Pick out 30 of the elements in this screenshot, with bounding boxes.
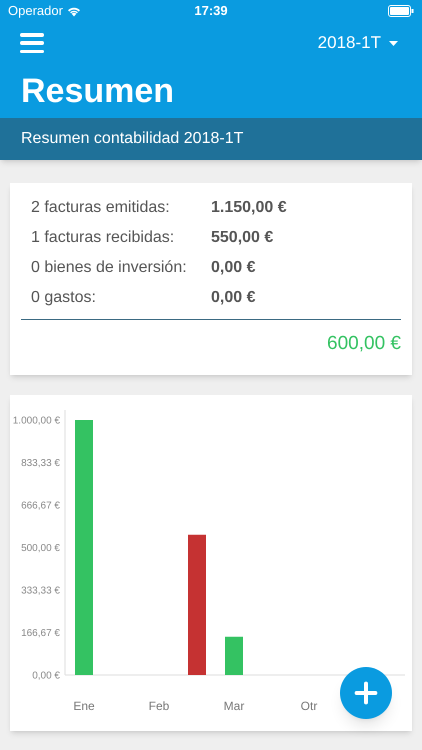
summary-value: 0,00 € xyxy=(211,258,256,278)
summary-value: 0,00 € xyxy=(211,288,256,308)
summary-value: 550,00 € xyxy=(211,228,274,248)
axis-tick-label: 666,67 € xyxy=(21,500,60,511)
summary-label: 0 gastos: xyxy=(31,288,97,308)
axis-tick-label: 166,67 € xyxy=(21,628,60,638)
summary-label: 0 bienes de inversión: xyxy=(31,258,188,278)
axis-tick-label: 0,00 € xyxy=(32,670,60,681)
chart-bar xyxy=(225,636,243,674)
caret-icon xyxy=(389,40,398,46)
axis-category-label: Otr xyxy=(300,698,318,712)
wifi-icon xyxy=(66,6,81,16)
summary-total: 600,00 € xyxy=(327,332,401,356)
axis-tick-label: 333,33 € xyxy=(21,585,60,596)
page-title: Resumen xyxy=(21,74,174,108)
axis-tick-label: 1.000,00 € xyxy=(12,415,60,426)
menu-button[interactable] xyxy=(20,32,44,54)
axis-category-label: Ene xyxy=(73,698,95,712)
axis-tick-label: 500,00 € xyxy=(21,542,60,554)
axis-category-label: Feb xyxy=(148,698,170,712)
battery-icon xyxy=(388,5,414,17)
summary-label: 2 facturas emitidas: xyxy=(31,198,171,218)
axis-category-label: Mar xyxy=(224,698,244,712)
axis-tick-label: 833,33 € xyxy=(21,458,60,468)
carrier-label: Operador xyxy=(8,2,63,20)
period-dropdown[interactable]: 2018-1T xyxy=(318,30,398,56)
status-time: 17:39 xyxy=(194,2,228,20)
subheader-title: Resumen contabilidad 2018-1T xyxy=(21,129,244,149)
summary-value: 1.150,00 € xyxy=(211,198,287,218)
summary-label: 1 facturas recibidas: xyxy=(31,228,176,248)
